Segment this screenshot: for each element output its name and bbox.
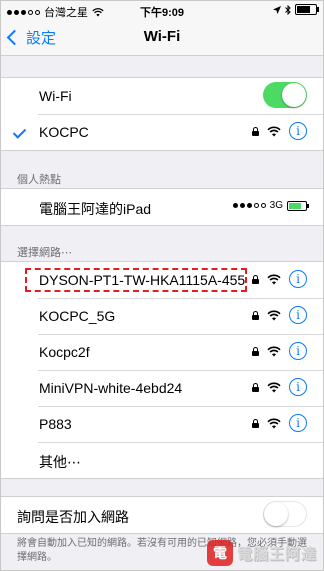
wifi-signal-icon [267,382,281,392]
info-icon[interactable]: i [289,378,307,396]
wifi-toggle-row: Wi-Fi [1,78,323,114]
wifi-signal-icon [267,346,281,356]
network-row[interactable]: Kocpc2f i [1,334,323,370]
settings-screen: 台灣之星 下午9:09 設定 Wi-Fi Wi-Fi KOCPC i 個人熱點 … [0,0,324,571]
navigation-bar: 設定 Wi-Fi [1,19,323,56]
lock-icon [252,382,259,392]
ask-join-label: 詢問是否加入網路 [17,509,129,525]
lock-icon [252,418,259,428]
network-row[interactable]: KOCPC_5G i [1,298,323,334]
network-name: KOCPC_5G [39,308,116,324]
network-name: DYSON-PT1-TW-HKA1115A-455 [39,272,246,288]
wifi-signal-icon [267,418,281,428]
hotspot-device-name: 電腦王阿達的iPad [39,201,152,217]
page-title: Wi-Fi [143,28,181,45]
lock-icon [252,310,259,320]
wifi-label: Wi-Fi [39,88,72,104]
networks-section: DYSON-PT1-TW-HKA1115A-455 i KOCPC_5G i Kocpc… [1,261,323,479]
wifi-signal-icon [267,126,281,136]
hotspot-network-type: 3G [269,200,283,211]
watermark-logo: 電 電腦王阿達 [206,540,317,566]
toggle-knob [282,83,306,107]
network-name: Kocpc2f [39,344,90,360]
watermark-text: 電腦王阿達 [236,545,317,563]
connected-network-name: KOCPC [39,124,89,140]
checkmark-icon [12,125,27,139]
hotspot-header: 個人熱點 [17,174,61,186]
other-network-label: 其他⋯ [39,454,81,470]
network-row[interactable]: P883 i [1,406,323,442]
ask-join-toggle[interactable] [263,501,307,527]
hotspot-row[interactable]: 電腦王阿達的iPad 3G [1,189,323,225]
cellular-signal-icon [232,203,266,208]
network-row[interactable]: DYSON-PT1-TW-HKA1115A-455 i [1,262,323,298]
battery-icon [287,200,309,211]
connected-network-row[interactable]: KOCPC i [1,114,323,150]
battery-icon [295,4,319,15]
lock-icon [252,346,259,356]
toggle-knob [264,502,288,526]
network-name: P883 [39,416,72,432]
info-icon[interactable]: i [289,306,307,324]
wifi-toggle[interactable] [263,82,307,108]
info-icon[interactable]: i [289,342,307,360]
wifi-signal-icon [267,310,281,320]
lock-icon [252,274,259,284]
wifi-section: Wi-Fi KOCPC i [1,77,323,151]
info-icon[interactable]: i [289,122,307,140]
watermark-badge: 電 [206,540,233,566]
network-name: MiniVPN-white-4ebd24 [39,380,183,396]
status-bar: 台灣之星 下午9:09 [1,1,323,19]
location-icon [273,5,281,14]
ask-join-row: 詢問是否加入網路 [1,497,323,533]
info-icon[interactable]: i [289,414,307,432]
info-icon[interactable]: i [289,270,307,288]
bluetooth-icon [285,4,291,15]
network-row[interactable]: MiniVPN-white-4ebd24 i [1,370,323,406]
ask-join-section: 詢問是否加入網路 [1,496,323,534]
wifi-signal-icon [267,274,281,284]
hotspot-section: 電腦王阿達的iPad 3G [1,188,323,226]
other-network-row[interactable]: 其他⋯ [1,442,323,478]
lock-icon [252,126,259,136]
networks-header: 選擇網路⋯ [17,247,72,259]
